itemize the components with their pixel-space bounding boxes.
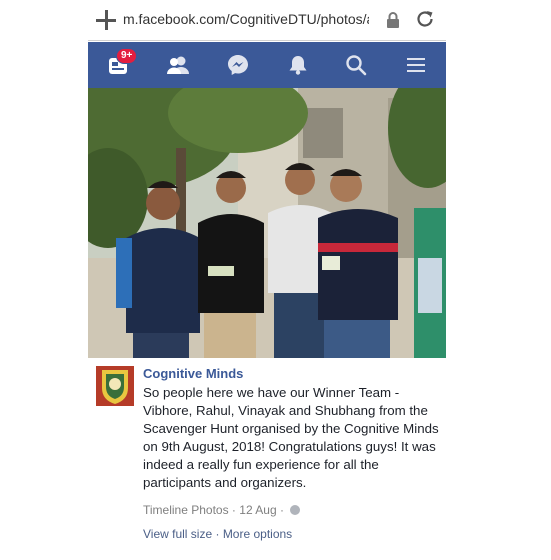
separator: ·	[228, 503, 240, 517]
post-photo[interactable]	[88, 88, 446, 358]
new-tab-icon[interactable]	[94, 8, 118, 32]
nav-notifications[interactable]	[268, 42, 328, 88]
reload-icon[interactable]	[414, 8, 436, 30]
post-author[interactable]: Cognitive Minds	[143, 366, 243, 381]
url-field[interactable]: m.facebook.com/CognitiveDTU/photos/a.727	[123, 11, 369, 27]
view-full-size-link[interactable]: View full size	[143, 527, 212, 541]
page-avatar[interactable]	[96, 366, 134, 406]
album-link[interactable]: Timeline Photos	[143, 503, 229, 517]
notification-badge: 9+	[116, 48, 138, 64]
menu-icon	[407, 58, 425, 72]
search-icon	[346, 55, 367, 76]
post-meta: Timeline Photos · 12 Aug ·	[143, 503, 301, 517]
lock-icon	[387, 12, 399, 28]
separator: ·	[212, 527, 223, 541]
browser-url-bar: m.facebook.com/CognitiveDTU/photos/a.727	[88, 0, 446, 41]
facebook-nav-bar: 9+	[88, 42, 446, 88]
bell-icon	[289, 56, 307, 75]
photo-actions: View full size · More options	[143, 527, 292, 541]
globe-icon	[290, 505, 301, 515]
separator: ·	[276, 503, 288, 517]
nav-home[interactable]: 9+	[88, 42, 148, 88]
more-options-link[interactable]: More options	[223, 527, 292, 541]
post-date[interactable]: 12 Aug	[239, 503, 276, 517]
friends-icon	[167, 56, 189, 74]
nav-search[interactable]	[326, 42, 386, 88]
nav-messenger[interactable]	[208, 42, 268, 88]
messenger-icon	[228, 55, 248, 75]
post-text: So people here we have our Winner Team -…	[143, 385, 439, 490]
nav-menu[interactable]	[386, 42, 446, 88]
nav-friends[interactable]	[148, 42, 208, 88]
